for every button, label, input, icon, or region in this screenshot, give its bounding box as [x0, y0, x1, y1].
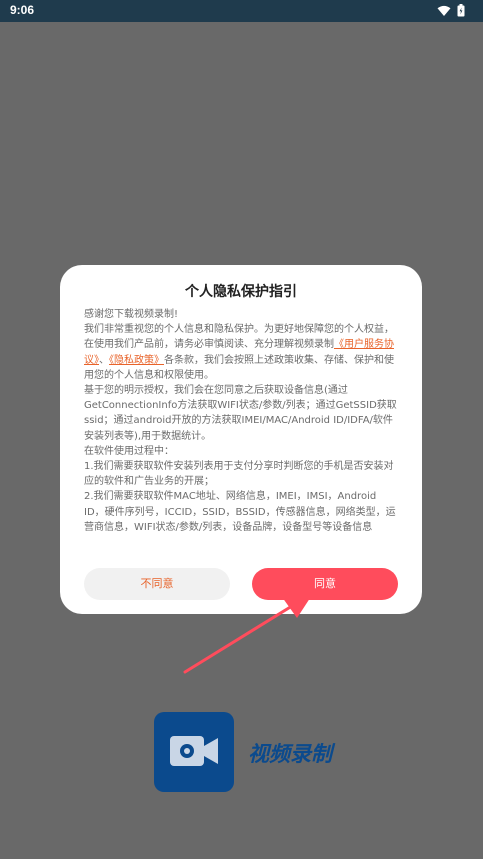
disagree-button[interactable]: 不同意 — [84, 568, 230, 600]
dialog-title: 个人隐私保护指引 — [185, 284, 297, 300]
status-time: 9:06 — [10, 3, 35, 17]
privacy-policy-link[interactable]: 《隐私政策》 — [109, 355, 164, 366]
paragraph-usage-heading: 在软件使用过程中： — [84, 445, 174, 457]
video-camera-icon — [170, 736, 218, 766]
paragraph-device-info: 基于您的明示授权，我们会在您同意之后获取设备信息(通过GetConnection… — [84, 385, 397, 442]
agree-button[interactable]: 同意 — [252, 568, 398, 600]
status-bar: 9:06 — [0, 0, 483, 22]
paragraph-item-2: 2.我们需要获取软件MAC地址、网络信息，IMEI，IMSI，Android I… — [84, 491, 396, 533]
greeting-text: 感谢您下载视频录制! — [84, 309, 179, 320]
paragraph-intro: 我们非常重视您的个人信息和隐私保护。为更好地保障您的个人权益，在使用我们产品前，… — [84, 322, 400, 383]
privacy-dialog: 个人隐私保护指引 感谢您下载视频录制! 我们非常重视您的个人信息和隐私保护。为更… — [60, 265, 422, 614]
app-name: 视频录制 — [248, 742, 332, 766]
status-icons — [437, 4, 465, 17]
wifi-icon — [437, 5, 451, 16]
paragraph-item-1: 1.我们需要获取软件安装列表用于支付分享时判断您的手机是否安装对应的软件和广告业… — [84, 461, 394, 488]
dialog-body[interactable]: 感谢您下载视频录制! 我们非常重视您的个人信息和隐私保护。为更好地保障您的个人权… — [84, 307, 400, 547]
screen: 9:06 视频录制 个人隐私保护指引 感谢您下载视频录制! 我们非常重视您的个人… — [0, 0, 483, 859]
app-logo — [154, 712, 234, 792]
intro-separator: 、 — [99, 354, 109, 366]
battery-icon — [457, 4, 465, 17]
